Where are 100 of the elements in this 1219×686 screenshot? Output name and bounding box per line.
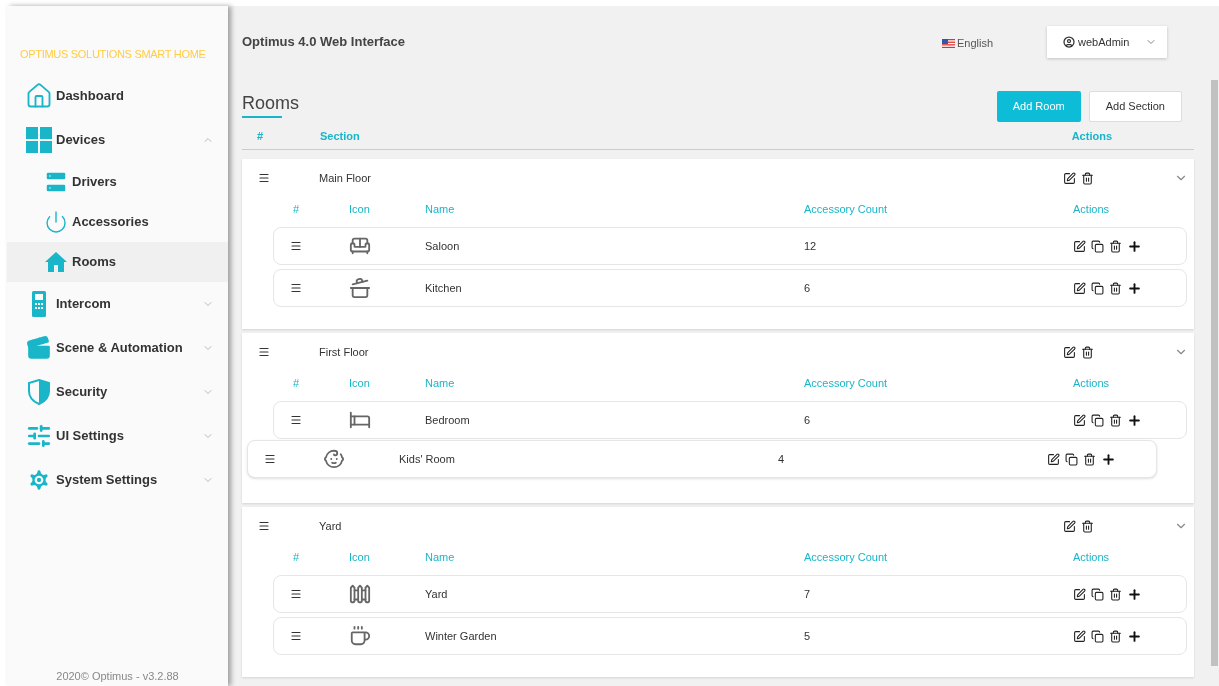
copy-icon[interactable] <box>1091 281 1104 295</box>
add-section-button[interactable]: Add Section <box>1088 91 1182 122</box>
delete-icon[interactable] <box>1109 587 1122 601</box>
edit-icon[interactable] <box>1073 281 1086 295</box>
sidebar-item[interactable]: Devices <box>7 118 228 162</box>
column-header: Section <box>320 129 361 145</box>
accessory-count: 6 <box>804 280 812 296</box>
column-header: Icon <box>349 201 371 217</box>
accessory-count: 12 <box>804 238 818 254</box>
column-header: Accessory Count <box>804 549 889 565</box>
drag-handle-icon[interactable] <box>290 588 302 600</box>
dragged-room-row[interactable]: Kids' Room 4 <box>247 440 1157 478</box>
drag-handle-icon[interactable] <box>290 630 302 642</box>
edit-icon[interactable] <box>1073 239 1086 253</box>
delete-icon[interactable] <box>1081 519 1094 533</box>
delete-icon[interactable] <box>1081 171 1094 185</box>
drag-handle-icon[interactable] <box>258 520 270 532</box>
server-icon <box>43 170 68 194</box>
bed-icon <box>349 409 371 431</box>
column-header: Icon <box>349 375 371 391</box>
column-header: Accessory Count <box>804 201 889 217</box>
drag-handle-icon[interactable] <box>290 414 302 426</box>
drag-handle-icon[interactable] <box>258 346 270 358</box>
column-header: Name <box>425 375 456 391</box>
room-row[interactable]: Bedroom 6 <box>273 401 1187 439</box>
delete-icon[interactable] <box>1109 629 1122 643</box>
column-header: # <box>293 201 301 217</box>
column-header: Icon <box>349 549 371 565</box>
sidebar-item[interactable]: Intercom <box>7 282 228 326</box>
copy-icon[interactable] <box>1091 629 1104 643</box>
user-menu-button[interactable]: webAdmin <box>1047 26 1167 58</box>
drag-handle-icon[interactable] <box>264 453 276 465</box>
add-icon[interactable] <box>1127 412 1142 428</box>
house-icon <box>25 82 53 110</box>
accessory-count: 6 <box>804 412 812 428</box>
accessory-count: 5 <box>804 628 812 644</box>
column-header: Actions <box>1073 201 1110 217</box>
column-header: # <box>257 129 265 145</box>
add-icon[interactable] <box>1127 238 1142 254</box>
edit-icon[interactable] <box>1063 519 1076 533</box>
room-row[interactable]: Yard 7 <box>273 575 1187 613</box>
flag-icon <box>941 38 955 48</box>
copy-icon[interactable] <box>1091 587 1104 601</box>
column-header: Actions <box>1073 375 1110 391</box>
column-header: Actions <box>1073 549 1110 565</box>
delete-icon[interactable] <box>1109 413 1122 427</box>
column-header: Actions <box>1071 129 1112 145</box>
room-row[interactable]: Kitchen 6 <box>273 269 1187 307</box>
edit-icon[interactable] <box>1047 452 1060 466</box>
sidebar-item[interactable]: UI Settings <box>7 414 228 458</box>
room-row[interactable]: Winter Garden 5 <box>273 617 1187 655</box>
edit-icon[interactable] <box>1063 345 1076 359</box>
delete-icon[interactable] <box>1109 239 1122 253</box>
shield-icon <box>27 379 51 405</box>
page-title: Rooms <box>242 92 299 114</box>
brand-name: OPTIMUS SOLUTIONS SMART HOME <box>20 46 206 62</box>
footer-text: 2020© Optimus - v3.2.88 <box>55 668 180 684</box>
drag-handle-icon[interactable] <box>290 282 302 294</box>
room-name: Yard <box>425 586 449 602</box>
column-header: Name <box>425 549 456 565</box>
section-name: First Floor <box>319 344 370 360</box>
cooking-pot-icon <box>349 277 371 299</box>
room-name: Kitchen <box>425 280 463 296</box>
scrollbar[interactable] <box>1210 6 1219 686</box>
clapperboard-icon <box>26 335 52 361</box>
sidebar-subitem[interactable]: Rooms <box>7 242 228 282</box>
copy-icon[interactable] <box>1091 413 1104 427</box>
add-icon[interactable] <box>1101 451 1116 467</box>
edit-icon[interactable] <box>1073 413 1086 427</box>
sidebar-item[interactable]: Scene & Automation <box>7 326 228 370</box>
delete-icon[interactable] <box>1109 281 1122 295</box>
delete-icon[interactable] <box>1081 345 1094 359</box>
grid-icon <box>26 127 52 153</box>
edit-icon[interactable] <box>1063 171 1076 185</box>
add-icon[interactable] <box>1127 586 1142 602</box>
sofa-icon <box>349 235 371 257</box>
sidebar-item[interactable]: System Settings <box>7 458 228 502</box>
sidebar-subitem[interactable]: Accessories <box>7 202 228 242</box>
drag-handle-icon[interactable] <box>290 240 302 252</box>
room-name: Kids' Room <box>399 451 456 467</box>
section-name: Main Floor <box>319 170 372 186</box>
room-row[interactable]: Saloon 12 <box>273 227 1187 265</box>
sidebar-item[interactable]: Dashboard <box>7 74 228 118</box>
add-icon[interactable] <box>1127 280 1142 296</box>
delete-icon[interactable] <box>1083 452 1096 466</box>
intercom-panel-icon <box>32 291 46 317</box>
copy-icon[interactable] <box>1091 239 1104 253</box>
sidebar-subitem[interactable]: Drivers <box>7 162 228 202</box>
column-header: # <box>293 549 301 565</box>
accessory-count: 4 <box>778 451 786 467</box>
copy-icon[interactable] <box>1065 452 1078 466</box>
coffee-cup-icon <box>349 625 371 647</box>
drag-handle-icon[interactable] <box>258 172 270 184</box>
sidebar-item[interactable]: Security <box>7 370 228 414</box>
edit-icon[interactable] <box>1073 587 1086 601</box>
column-header: Accessory Count <box>804 375 889 391</box>
edit-icon[interactable] <box>1073 629 1086 643</box>
user-icon <box>1063 36 1075 48</box>
language-selector[interactable]: English <box>941 34 993 52</box>
add-icon[interactable] <box>1127 628 1142 644</box>
